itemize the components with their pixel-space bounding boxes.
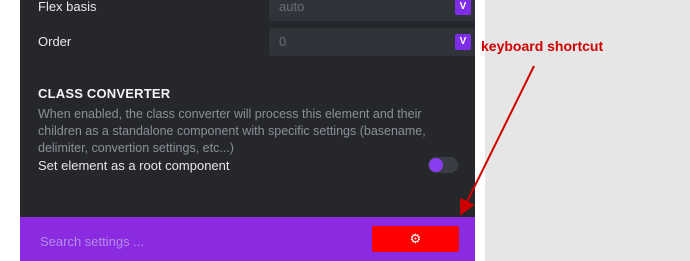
annotation-arrow	[460, 65, 535, 216]
